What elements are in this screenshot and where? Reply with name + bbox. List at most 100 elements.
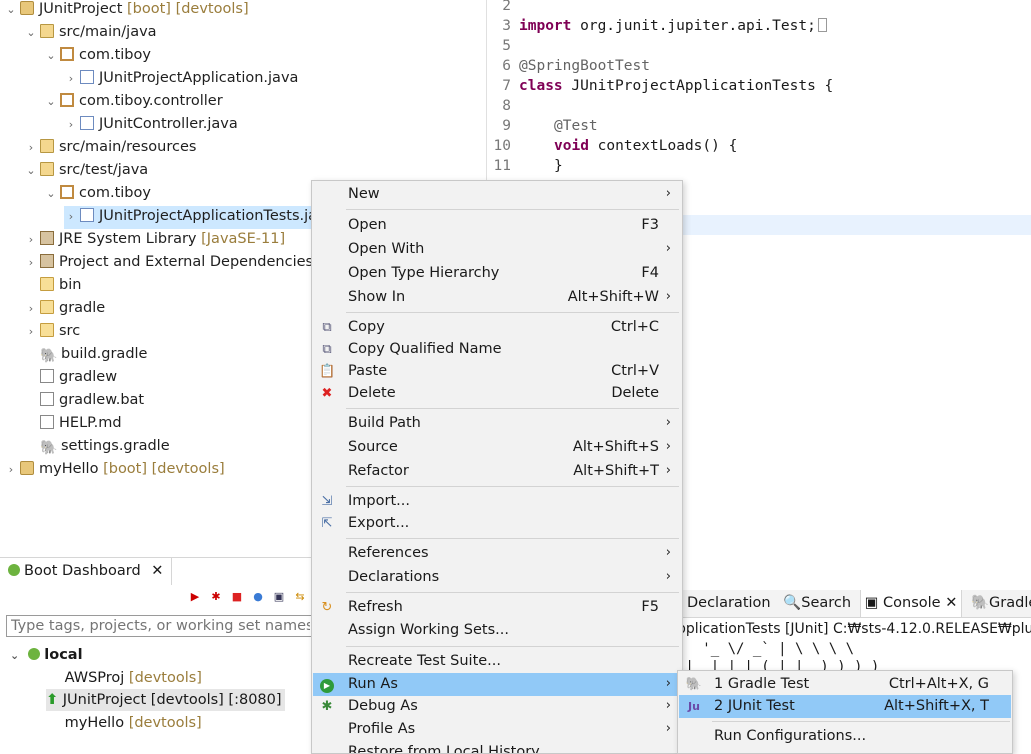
tree-item-src-main-resources[interactable]: › src/main/resources — [24, 137, 196, 160]
menu-item-paste[interactable]: 📋 Paste Ctrl+V — [313, 360, 681, 383]
tree-item-label: gradle — [59, 300, 106, 316]
menu-item-run-configurations[interactable]: Run Configurations... — [679, 725, 1011, 748]
menu-item-copy-qualified-name[interactable]: ⧉ Copy Qualified Name — [313, 338, 681, 361]
app-row[interactable]: AWSProj [devtools] — [48, 667, 202, 689]
tree-item-java-file[interactable]: › JUnitProjectApplication.java — [64, 68, 298, 91]
start-app-icon[interactable]: ▶ — [186, 587, 204, 605]
folder-icon — [40, 300, 54, 314]
menu-item-new[interactable]: New › — [313, 183, 681, 206]
open-console-icon[interactable]: ▣ — [270, 587, 288, 605]
tree-item-junitproject[interactable]: ⌄ JUnitProject [boot] [devtools] — [4, 0, 249, 22]
menu-item-restore-local-history[interactable]: Restore from Local History... — [313, 741, 681, 753]
menu-item-show-in[interactable]: Show In Alt+Shift+W › — [313, 286, 681, 309]
menu-item-run-as[interactable]: ▶ Run As › — [313, 673, 681, 696]
tree-item-label: JUnitProjectApplicationTests.ja — [99, 208, 318, 224]
tab-search[interactable]: 🔍Search — [779, 590, 855, 617]
tab-gradle-tasks[interactable]: 🐘Gradle T — [967, 590, 1031, 617]
dashboard-filter-input[interactable] — [6, 615, 315, 637]
folded-block-icon[interactable] — [817, 18, 827, 32]
tree-item-dependencies[interactable]: › Project and External Dependencies — [24, 252, 313, 275]
refresh-icon: ↻ — [321, 600, 333, 615]
tree-item-label: JUnitProjectApplication.java — [99, 70, 299, 86]
menu-item-open-with[interactable]: Open With › — [313, 238, 681, 261]
collapse-chevron-icon[interactable]: ⌄ — [4, 0, 18, 20]
menu-item-recreate-test-suite[interactable]: Recreate Test Suite... — [313, 650, 681, 673]
menu-item-debug-as[interactable]: ✱ Debug As › — [313, 695, 681, 718]
tree-item-gradlew[interactable]: gradlew — [24, 367, 117, 390]
expand-chevron-icon[interactable]: › — [24, 322, 38, 342]
menu-item-export[interactable]: ⇱ Export... — [313, 512, 681, 535]
expand-chevron-icon[interactable]: › — [24, 299, 38, 319]
tree-item-label: JUnitProject — [39, 1, 123, 17]
running-status-icon: ⬆ — [46, 692, 59, 708]
tree-item-src-test-java[interactable]: ⌄ src/test/java — [24, 160, 148, 183]
tree-item-bin[interactable]: bin — [24, 275, 81, 298]
tree-item-jre-library[interactable]: › JRE System Library [JavaSE-11] — [24, 229, 285, 252]
project-icon — [20, 461, 34, 475]
tree-item-settings-gradle[interactable]: 🐘 settings.gradle — [24, 436, 170, 459]
expand-chevron-icon[interactable]: › — [4, 460, 18, 480]
menu-item-profile-as[interactable]: Profile As › — [313, 718, 681, 741]
tree-item-label: com.tiboy — [79, 185, 151, 201]
collapse-chevron-icon[interactable]: ⌄ — [44, 46, 58, 66]
java-file-icon — [80, 70, 94, 84]
collapse-chevron-icon[interactable]: ⌄ — [10, 649, 19, 662]
tree-item-gradlew-bat[interactable]: gradlew.bat — [24, 390, 144, 413]
tab-console[interactable]: ▣ Console ✕ — [859, 590, 963, 617]
tree-item-build-gradle[interactable]: 🐘 build.gradle — [24, 344, 147, 367]
collapse-chevron-icon[interactable]: ⌄ — [24, 161, 38, 181]
menu-item-open[interactable]: Open F3 — [313, 214, 681, 237]
menu-item-junit-test[interactable]: Ju 2 JUnit Test Alt+Shift+X, T — [679, 695, 1011, 718]
menu-item-import[interactable]: ⇲ Import... — [313, 490, 681, 513]
collapse-chevron-icon[interactable]: ⌄ — [24, 23, 38, 43]
link-icon[interactable]: ⇆ — [291, 587, 309, 605]
tree-item-src-main-java[interactable]: ⌄ src/main/java — [24, 22, 157, 45]
menu-item-build-path[interactable]: Build Path › — [313, 412, 681, 435]
menu-item-copy[interactable]: ⧉ Copy Ctrl+C — [313, 316, 681, 339]
gradle-elephant-icon: 🐘 — [40, 440, 58, 456]
tab-declaration[interactable]: Declaration — [683, 590, 775, 617]
tree-item-src[interactable]: › src — [24, 321, 80, 344]
menu-item-open-type-hierarchy[interactable]: Open Type Hierarchy F4 — [313, 262, 681, 285]
gradle-elephant-icon: 🐘 — [970, 595, 990, 611]
local-target[interactable]: ⌄ local — [10, 644, 83, 666]
tree-item-package[interactable]: ⌄ com.tiboy — [44, 183, 151, 206]
menu-item-declarations[interactable]: Declarations › — [313, 566, 681, 589]
menu-item-refresh[interactable]: ↻ Refresh F5 — [313, 596, 681, 619]
menu-item-gradle-test[interactable]: 🐘 1 Gradle Test Ctrl+Alt+X, G — [679, 673, 1011, 696]
debug-app-icon[interactable]: ✱ — [207, 587, 225, 605]
collapse-chevron-icon[interactable]: ⌄ — [44, 92, 58, 112]
tab-boot-dashboard[interactable]: Boot Dashboard ✕ — [0, 558, 173, 585]
collapse-chevron-icon[interactable]: ⌄ — [44, 184, 58, 204]
menu-item-refactor[interactable]: Refactor Alt+Shift+T › — [313, 460, 681, 483]
tree-item-gradle[interactable]: › gradle — [24, 298, 105, 321]
menu-item-references[interactable]: References › — [313, 542, 681, 565]
expand-chevron-icon[interactable]: › — [24, 230, 38, 250]
close-icon[interactable]: ✕ — [945, 595, 957, 611]
menu-separator — [346, 486, 679, 487]
app-row-selected[interactable]: ⬆ JUnitProject [devtools] [:8080] — [46, 689, 285, 711]
expand-chevron-icon[interactable]: › — [64, 115, 78, 135]
tree-item-java-file-selected[interactable]: › JUnitProjectApplicationTests.ja — [64, 206, 318, 229]
menu-item-assign-working-sets[interactable]: Assign Working Sets... — [313, 619, 681, 642]
tree-item-package[interactable]: ⌄ com.tiboy — [44, 45, 151, 68]
tree-item-myhello[interactable]: › myHello [boot] [devtools] — [4, 459, 225, 482]
tree-item-label: src/test/java — [59, 162, 149, 178]
code-editor[interactable]: 2 3 import org.junit.jupiter.api.Test; 5 … — [486, 0, 1031, 180]
submenu-arrow-icon: › — [665, 289, 671, 304]
tree-item-java-file[interactable]: › JUnitController.java — [64, 114, 238, 137]
menu-item-source[interactable]: Source Alt+Shift+S › — [313, 436, 681, 459]
expand-chevron-icon[interactable]: › — [24, 253, 38, 273]
close-icon[interactable]: ✕ — [151, 563, 163, 579]
delete-icon: ✖ — [321, 386, 333, 401]
app-row[interactable]: myHello [devtools] — [48, 712, 202, 734]
expand-chevron-icon[interactable]: › — [24, 138, 38, 158]
tree-item-package[interactable]: ⌄ com.tiboy.controller — [44, 91, 223, 114]
menu-item-delete[interactable]: ✖ Delete Delete — [313, 382, 681, 405]
expand-chevron-icon[interactable]: › — [64, 207, 78, 227]
class-declaration: JUnitProjectApplicationTests { — [562, 78, 834, 94]
tree-item-help-md[interactable]: HELP.md — [24, 413, 122, 436]
stop-app-icon[interactable]: ■ — [228, 587, 246, 605]
expand-chevron-icon[interactable]: › — [64, 69, 78, 89]
open-browser-icon[interactable]: ● — [249, 587, 267, 605]
